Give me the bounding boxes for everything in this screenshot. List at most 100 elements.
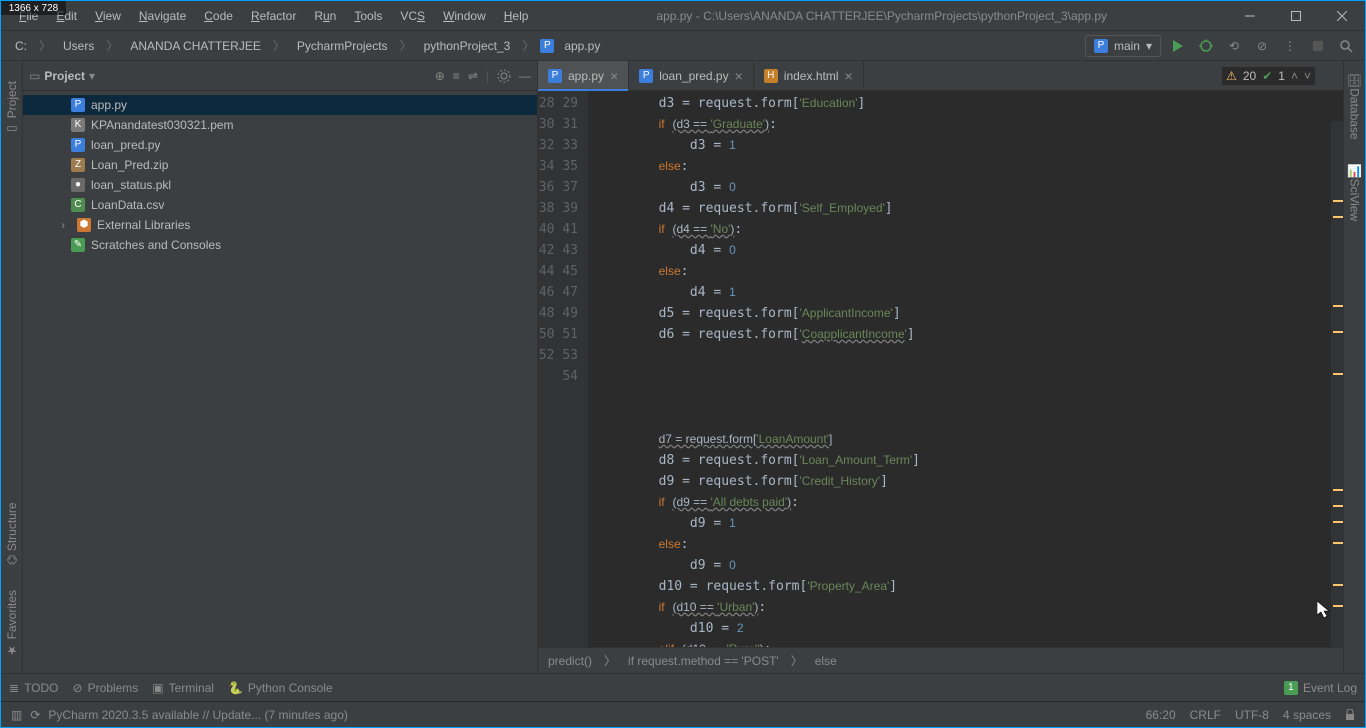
locate-button[interactable]: ⊕ bbox=[435, 69, 445, 83]
problems-tool-button[interactable]: ⊘Problems bbox=[73, 681, 139, 695]
profile-button[interactable]: ⊘ bbox=[1251, 35, 1273, 57]
project-tree[interactable]: Papp.py KKPAnandatest030321.pem Ploan_pr… bbox=[23, 91, 537, 673]
bc-drive[interactable]: C: bbox=[9, 36, 33, 56]
debug-button[interactable] bbox=[1195, 35, 1217, 57]
left-tool-strip: ▭Project ⌬Structure ★Favorites bbox=[1, 61, 23, 673]
right-tool-strip: 🗄Database 📊SciView bbox=[1343, 61, 1365, 673]
line-number-gutter[interactable]: 28 29 30 31 32 33 34 35 36 37 38 39 40 4… bbox=[538, 91, 588, 647]
tree-item-label: External Libraries bbox=[97, 215, 190, 235]
window-close-button[interactable] bbox=[1319, 1, 1365, 31]
code-editor[interactable]: d3 = request.form['Education'] if (d3 ==… bbox=[588, 91, 1343, 647]
database-tool-button[interactable]: 🗄Database bbox=[1348, 61, 1362, 152]
tab-label: index.html bbox=[784, 69, 839, 83]
readonly-toggle[interactable] bbox=[1345, 709, 1355, 721]
project-tool-button[interactable]: ▭Project bbox=[5, 69, 19, 148]
run-config-label: main bbox=[1114, 39, 1140, 53]
tree-item-loan-pred-py[interactable]: Ploan_pred.py bbox=[23, 135, 537, 155]
crumb-function[interactable]: predict() bbox=[548, 654, 592, 668]
tab-index-html[interactable]: Hindex.html × bbox=[754, 61, 864, 90]
expand-all-button[interactable]: ≡ bbox=[453, 69, 460, 83]
menu-run[interactable]: Run bbox=[306, 5, 344, 27]
collapse-all-button[interactable]: ⇌ bbox=[468, 69, 478, 83]
zip-file-icon: Z bbox=[71, 158, 85, 172]
todo-tool-button[interactable]: ≣TODO bbox=[9, 681, 59, 695]
indent-settings[interactable]: 4 spaces bbox=[1283, 708, 1331, 722]
menu-code[interactable]: Code bbox=[196, 5, 241, 27]
next-highlight-button[interactable]: ˅ bbox=[1304, 69, 1311, 83]
search-everywhere-button[interactable] bbox=[1335, 35, 1357, 57]
play-icon bbox=[1172, 40, 1184, 52]
bug-icon bbox=[1199, 39, 1213, 53]
tree-item-label: loan_status.pkl bbox=[91, 175, 171, 195]
menu-navigate[interactable]: Navigate bbox=[131, 5, 194, 27]
maximize-icon bbox=[1291, 11, 1301, 21]
tab-loan-pred-py[interactable]: Ploan_pred.py× bbox=[629, 61, 754, 90]
menu-refactor[interactable]: Refactor bbox=[243, 5, 304, 27]
warning-count: 20 bbox=[1243, 69, 1256, 83]
crumb-else[interactable]: else bbox=[815, 654, 837, 668]
sync-icon: ⟳ bbox=[30, 708, 40, 722]
run-coverage-button[interactable]: ⟲ bbox=[1223, 35, 1245, 57]
event-log-button[interactable]: 1 Event Log bbox=[1284, 681, 1357, 695]
tree-item-label: Loan_Pred.zip bbox=[91, 155, 168, 175]
screenshot-dimensions-badge: 1366 x 728 bbox=[1, 1, 66, 15]
prev-highlight-button[interactable]: ˄ bbox=[1291, 69, 1298, 83]
settings-button[interactable] bbox=[497, 69, 511, 83]
window-maximize-button[interactable] bbox=[1273, 1, 1319, 31]
stop-button[interactable] bbox=[1307, 35, 1329, 57]
bc-proj[interactable]: pythonProject_3 bbox=[418, 36, 517, 56]
tree-scratches[interactable]: ✎Scratches and Consoles bbox=[23, 235, 537, 255]
hide-button[interactable]: — bbox=[519, 69, 531, 83]
python-file-icon: P bbox=[71, 98, 85, 112]
tab-app-py[interactable]: Papp.py× bbox=[538, 61, 629, 90]
todo-icon: ≣ bbox=[9, 681, 19, 695]
python-console-tool-button[interactable]: 🐍Python Console bbox=[228, 681, 333, 695]
problems-icon: ⊘ bbox=[73, 681, 83, 695]
editor-breadcrumb: predict()〉 if request.method == 'POST'〉 … bbox=[538, 647, 1343, 673]
caret-position[interactable]: 66:20 bbox=[1146, 708, 1176, 722]
crumb-if[interactable]: if request.method == 'POST' bbox=[628, 654, 779, 668]
bc-user[interactable]: ANANDA CHATTERJEE bbox=[124, 36, 266, 56]
favorites-tool-button[interactable]: ★Favorites bbox=[5, 578, 19, 669]
tree-item-zip[interactable]: Z Loan_Pred.zip bbox=[23, 155, 537, 175]
tree-item-csv[interactable]: CLoanData.csv bbox=[23, 195, 537, 215]
event-count-badge: 1 bbox=[1284, 681, 1298, 695]
tab-close-button[interactable]: × bbox=[610, 68, 618, 84]
menu-vcs[interactable]: VCS bbox=[392, 5, 433, 27]
menu-help[interactable]: Help bbox=[496, 5, 537, 27]
bc-users[interactable]: Users bbox=[57, 36, 100, 56]
tree-item-label: LoanData.csv bbox=[91, 195, 164, 215]
file-encoding[interactable]: UTF-8 bbox=[1235, 708, 1269, 722]
window-minimize-button[interactable] bbox=[1227, 1, 1273, 31]
menu-view[interactable]: View bbox=[87, 5, 129, 27]
tree-external-libraries[interactable]: ›⬢External Libraries bbox=[23, 215, 537, 235]
sciview-tool-button[interactable]: 📊SciView bbox=[1348, 152, 1362, 233]
library-icon: ⬢ bbox=[77, 218, 91, 232]
bc-file[interactable]: app.py bbox=[558, 36, 606, 56]
terminal-tool-button[interactable]: ▣Terminal bbox=[152, 681, 214, 695]
error-stripe[interactable] bbox=[1331, 121, 1343, 647]
run-button[interactable] bbox=[1167, 35, 1189, 57]
attach-button[interactable]: ⋮ bbox=[1279, 35, 1301, 57]
tree-item-pkl[interactable]: ●loan_status.pkl bbox=[23, 175, 537, 195]
tab-close-button[interactable]: × bbox=[845, 68, 853, 84]
project-scope-dropdown[interactable]: ▾ bbox=[89, 69, 95, 83]
window-title: app.py - C:\Users\ANANDA CHATTERJEE\Pych… bbox=[536, 9, 1227, 23]
bc-projdir[interactable]: PycharmProjects bbox=[291, 36, 394, 56]
tab-close-button[interactable]: × bbox=[735, 68, 743, 84]
menu-tools[interactable]: Tools bbox=[346, 5, 390, 27]
main-menu: File Edit View Navigate Code Refactor Ru… bbox=[1, 5, 536, 27]
status-message[interactable]: PyCharm 2020.3.5 available // Update... … bbox=[48, 708, 348, 722]
editor-area: Papp.py× Ploan_pred.py× Hindex.html × ⚠20… bbox=[538, 61, 1343, 673]
menu-window[interactable]: Window bbox=[435, 5, 494, 27]
tool-windows-button[interactable]: ▥ bbox=[11, 708, 22, 722]
line-separator[interactable]: CRLF bbox=[1190, 708, 1221, 722]
tree-item-app-py[interactable]: Papp.py bbox=[23, 95, 537, 115]
tree-item-pem[interactable]: KKPAnandatest030321.pem bbox=[23, 115, 537, 135]
stop-icon bbox=[1313, 41, 1323, 51]
run-configuration-selector[interactable]: P main ▾ bbox=[1085, 35, 1161, 57]
html-file-icon: H bbox=[764, 69, 778, 83]
inspection-indicator[interactable]: ⚠20 ✔1 ˄ ˅ bbox=[1222, 67, 1315, 85]
structure-tool-button[interactable]: ⌬Structure bbox=[5, 490, 19, 577]
breadcrumb: C:〉 Users〉 ANANDA CHATTERJEE〉 PycharmPro… bbox=[9, 36, 606, 56]
